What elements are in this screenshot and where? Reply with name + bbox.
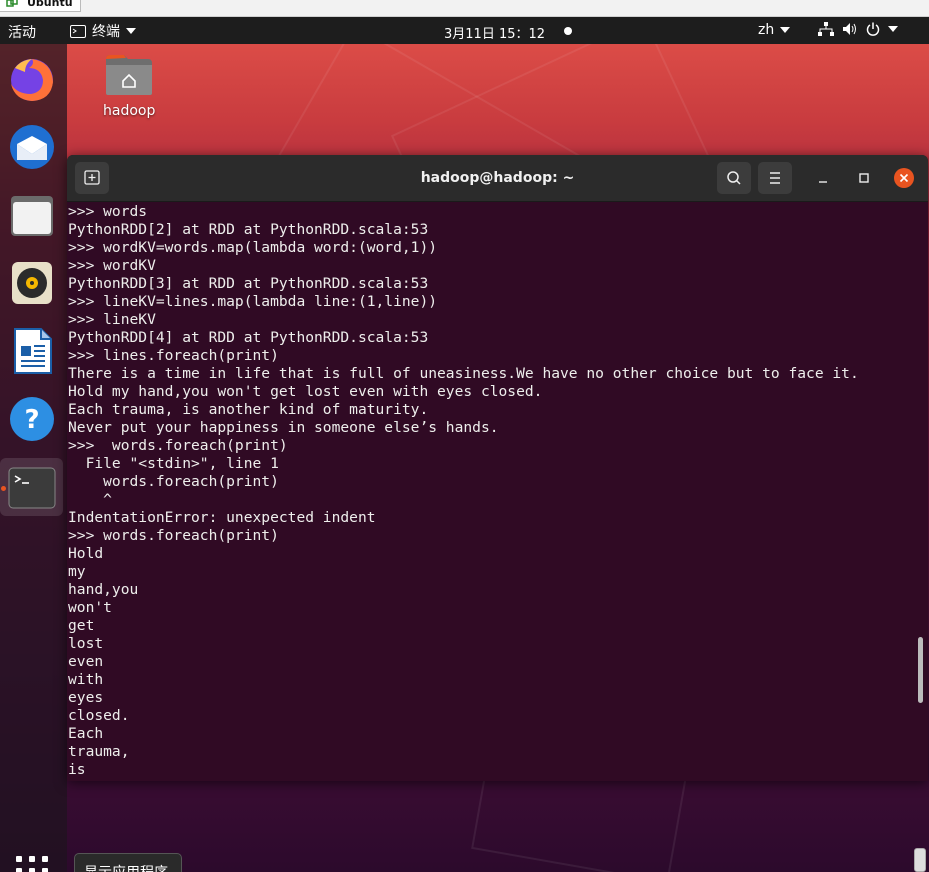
- terminal-line: my: [68, 563, 86, 580]
- terminal-line: even: [68, 653, 104, 670]
- hamburger-icon: [770, 172, 780, 184]
- terminal-output[interactable]: >>> words PythonRDD[2] at RDD at PythonRD…: [68, 203, 914, 781]
- firefox-icon: [11, 59, 53, 101]
- dock-files[interactable]: [7, 190, 57, 240]
- search-icon: [727, 171, 741, 185]
- terminal-line: ^: [68, 491, 112, 508]
- show-apps-tooltip: 显示应用程序: [74, 853, 182, 872]
- svg-text:?: ?: [24, 405, 39, 435]
- dock-help[interactable]: ?: [7, 394, 57, 444]
- activities-button[interactable]: 活动: [8, 22, 36, 42]
- files-icon: [11, 196, 53, 236]
- terminal-line: Hold: [68, 545, 104, 562]
- search-button[interactable]: [717, 162, 751, 194]
- terminal-line: is: [68, 761, 86, 778]
- terminal-line: words.foreach(print): [68, 473, 279, 490]
- system-menu[interactable]: [818, 22, 898, 36]
- terminal-line: Each trauma, is another kind of maturity…: [68, 401, 429, 418]
- terminal-line: PythonRDD[3] at RDD at PythonRDD.scala:5…: [68, 275, 429, 292]
- terminal-line: with: [68, 671, 104, 688]
- terminal-line: get: [68, 617, 95, 634]
- top-bar: 活动 终端 3月11日 15：12 zh: [0, 17, 929, 44]
- vm-tab-ubuntu[interactable]: Ubuntu: [0, 0, 81, 12]
- chevron-down-icon: [888, 26, 898, 32]
- terminal-line: PythonRDD[4] at RDD at PythonRDD.scala:5…: [68, 329, 429, 346]
- chevron-down-icon: [126, 28, 136, 34]
- terminal-small-icon: [70, 24, 86, 38]
- terminal-line: hand,you: [68, 581, 139, 598]
- terminal-line: >>> words.foreach(print): [68, 527, 279, 544]
- vm-icon: [6, 0, 18, 7]
- terminal-scrollbar[interactable]: [918, 637, 923, 703]
- terminal-line: >>> lines.foreach(print): [68, 347, 279, 364]
- dock-thunderbird[interactable]: [7, 122, 57, 172]
- dock-rhythmbox[interactable]: [7, 258, 57, 308]
- help-icon: ?: [10, 397, 54, 441]
- terminal-line: lost: [68, 635, 104, 652]
- close-icon[interactable]: [893, 167, 915, 189]
- minimize-icon[interactable]: [815, 171, 831, 187]
- terminal-line: >>> lineKV: [68, 311, 156, 328]
- terminal-title: hadoop@hadoop: ~: [420, 170, 575, 186]
- clock[interactable]: 3月11日 15：12: [444, 23, 545, 42]
- terminal-line: >>> words: [68, 203, 148, 220]
- home-folder-icon: [106, 55, 152, 95]
- terminal-line: >>> words.foreach(print): [68, 437, 288, 454]
- desktop-folder-hadoop[interactable]: hadoop: [103, 53, 155, 119]
- terminal-line: >>> wordKV=words.map(lambda word:(word,1…: [68, 239, 438, 256]
- vm-tab-label: Ubuntu: [27, 0, 73, 9]
- power-icon: [866, 22, 880, 36]
- running-indicator-icon: [1, 486, 6, 491]
- maximize-icon[interactable]: [856, 170, 872, 186]
- terminal-line: closed.: [68, 707, 130, 724]
- terminal-line: PythonRDD[2] at RDD at PythonRDD.scala:5…: [68, 221, 429, 238]
- language-label: zh: [758, 22, 775, 38]
- terminal-window[interactable]: hadoop@hadoop: ~ >>> words PythonRDD[2] a…: [67, 155, 928, 781]
- terminal-line: >>> wordKV: [68, 257, 156, 274]
- terminal-line: Each: [68, 725, 104, 742]
- app-menu[interactable]: 终端: [70, 21, 136, 41]
- dock: ?: [0, 44, 67, 872]
- writer-icon: [14, 328, 52, 374]
- terminal-line: IndentationError: unexpected indent: [68, 509, 376, 526]
- app-menu-label: 终端: [92, 24, 120, 40]
- thunderbird-icon: [10, 125, 54, 169]
- input-language-menu[interactable]: zh: [758, 22, 791, 38]
- chevron-down-icon: [780, 27, 791, 33]
- rhythmbox-icon: [12, 262, 52, 304]
- terminal-line: There is a time in life that is full of …: [68, 365, 859, 382]
- network-icon: [818, 22, 834, 36]
- show-apps-grid-icon[interactable]: [14, 856, 50, 872]
- terminal-icon: [8, 467, 56, 509]
- vm-scroll-handle[interactable]: [914, 848, 926, 872]
- dock-firefox[interactable]: [7, 54, 57, 104]
- dock-terminal[interactable]: [0, 458, 63, 516]
- terminal-line: won't: [68, 599, 112, 616]
- volume-icon: [843, 23, 856, 35]
- terminal-line: trauma,: [68, 743, 130, 760]
- hamburger-menu-button[interactable]: [758, 162, 792, 194]
- dock-libreoffice-writer[interactable]: [7, 326, 57, 376]
- terminal-line: eyes: [68, 689, 104, 706]
- terminal-header: hadoop@hadoop: ~: [67, 155, 928, 202]
- terminal-line: File "<stdin>", line 1: [68, 455, 279, 472]
- terminal-line: Never put your happiness in someone else…: [68, 419, 499, 436]
- terminal-line: >>> lineKV=lines.map(lambda line:(1,line…: [68, 293, 438, 310]
- folder-label: hadoop: [103, 103, 156, 119]
- terminal-line: Hold my hand,you won't get lost even wit…: [68, 383, 543, 400]
- notification-dot-icon: [564, 27, 572, 35]
- vm-tab-strip: Ubuntu: [0, 0, 929, 17]
